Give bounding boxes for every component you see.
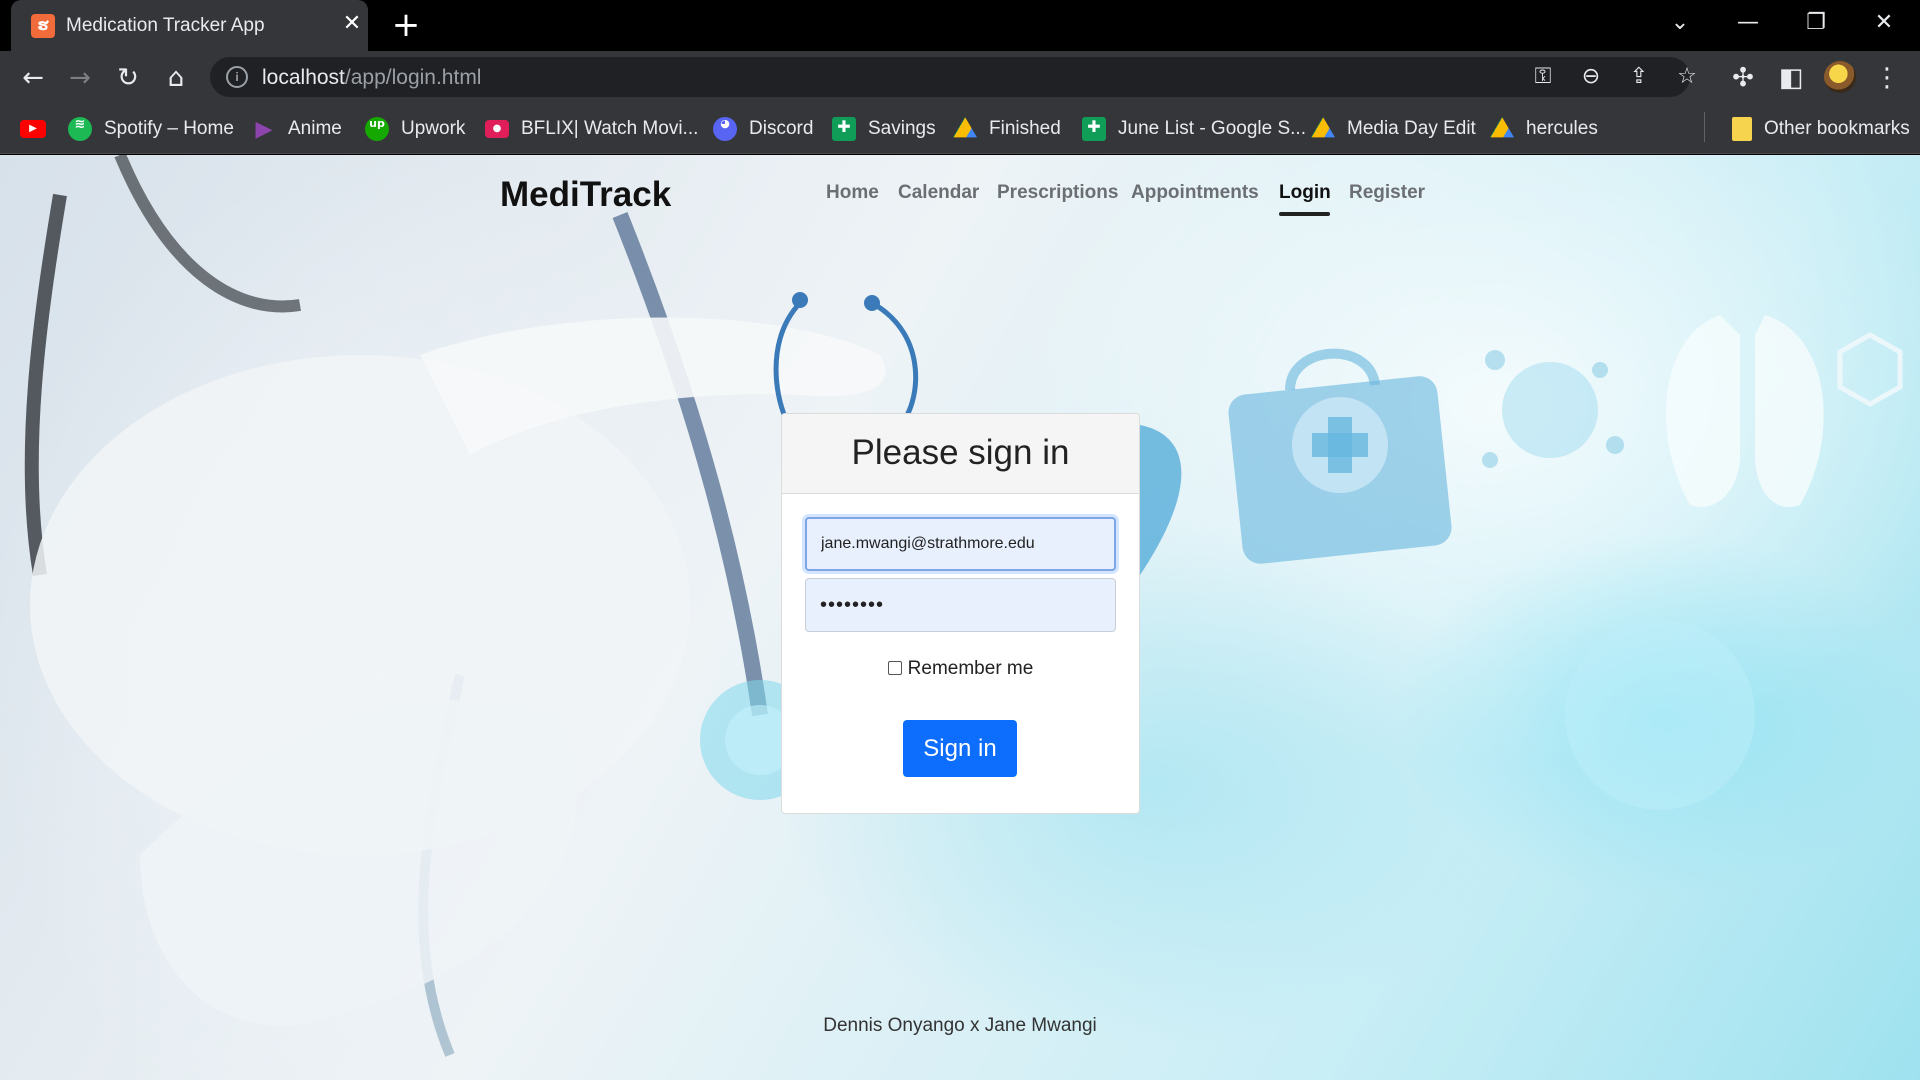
other-bookmarks[interactable]: Other bookmarks — [1732, 114, 1910, 144]
nav-appointments[interactable]: Appointments — [1131, 182, 1259, 204]
browser-tab[interactable]: ຮ Medication Tracker App ✕ — [11, 0, 368, 51]
menu-icon[interactable]: ⋮ — [1872, 63, 1902, 93]
bookmark-media-day-edit[interactable]: Media Day Edit — [1311, 114, 1476, 144]
restore-button[interactable]: ❐ — [1796, 8, 1836, 38]
footer-credit: Dennis Onyango x Jane Mwangi — [823, 1015, 1097, 1036]
nav-calendar[interactable]: Calendar — [898, 182, 979, 204]
browser-tabstrip: ຮ Medication Tracker App ✕ + ⌄ — ❐ ✕ — [0, 0, 1920, 51]
close-window-button[interactable]: ✕ — [1864, 8, 1904, 38]
reload-icon[interactable]: ↻ — [113, 63, 143, 93]
bookmark-anime[interactable]: ▶ Anime — [252, 114, 342, 144]
url-text[interactable]: localhost/app/login.html — [262, 66, 481, 90]
share-icon[interactable]: ⇪ — [1624, 62, 1654, 92]
profile-avatar[interactable] — [1824, 61, 1856, 93]
bookmark-hercules[interactable]: hercules — [1490, 114, 1598, 144]
browser-toolbar: ← → ↻ ⌂ i localhost/app/login.html ⚿ ⊖ ⇪… — [0, 51, 1920, 104]
sheets-icon: ✚ — [1082, 117, 1106, 141]
nav-home[interactable]: Home — [826, 182, 879, 204]
nav-prescriptions[interactable]: Prescriptions — [997, 182, 1118, 204]
app-navbar: MediTrack Home Calendar Prescriptions Ap… — [0, 155, 1920, 225]
bflix-icon: ● — [485, 120, 509, 138]
site-info-icon[interactable]: i — [226, 66, 248, 88]
page-viewport: MediTrack Home Calendar Prescriptions Ap… — [0, 155, 1920, 1080]
folder-icon — [1732, 117, 1752, 141]
tab-search-icon[interactable]: ⌄ — [1660, 8, 1700, 38]
minimize-button[interactable]: — — [1728, 8, 1768, 38]
bookmark-finished[interactable]: Finished — [953, 114, 1061, 144]
bookmark-star-icon[interactable]: ☆ — [1672, 62, 1702, 92]
login-heading: Please sign in — [782, 414, 1139, 494]
spotify-icon: ≋ — [68, 117, 92, 141]
zoom-out-icon[interactable]: ⊖ — [1576, 62, 1606, 92]
brand-logo[interactable]: MediTrack — [500, 175, 671, 215]
forward-icon[interactable]: → — [65, 63, 95, 93]
extensions-icon[interactable]: ✣ — [1728, 63, 1758, 93]
active-nav-indicator — [1279, 212, 1330, 216]
xampp-favicon-icon: ຮ — [31, 14, 55, 38]
side-panel-icon[interactable]: ◧ — [1776, 63, 1806, 93]
drive-icon — [1490, 117, 1514, 138]
bookmark-june-list[interactable]: ✚ June List - Google S... — [1082, 114, 1306, 144]
play-icon: ▶ — [255, 117, 273, 142]
bookmark-bflix[interactable]: ● BFLIX| Watch Movi... — [485, 114, 698, 144]
password-key-icon[interactable]: ⚿ — [1528, 62, 1558, 92]
sheets-icon: ✚ — [832, 117, 856, 141]
remember-me-label[interactable]: Remember me — [908, 658, 1034, 679]
drive-icon — [953, 117, 977, 138]
password-field[interactable] — [805, 578, 1116, 632]
nav-register[interactable]: Register — [1349, 182, 1425, 204]
back-icon[interactable]: ← — [18, 63, 48, 93]
bookmarks-separator — [1704, 112, 1705, 142]
address-bar[interactable]: i localhost/app/login.html ⚿ ⊖ ⇪ ☆ — [210, 57, 1697, 97]
discord-icon: ◕ — [713, 117, 737, 141]
nav-login[interactable]: Login — [1279, 182, 1331, 204]
close-tab-icon[interactable]: ✕ — [337, 9, 367, 39]
tab-title: Medication Tracker App — [66, 15, 265, 36]
sign-in-button[interactable]: Sign in — [903, 720, 1017, 777]
home-icon[interactable]: ⌂ — [161, 63, 191, 93]
remember-me-row: Remember me — [782, 658, 1139, 680]
bookmark-youtube[interactable]: ▶ — [20, 114, 46, 144]
login-card: Please sign in Remember me Sign in — [781, 413, 1140, 814]
bookmark-discord[interactable]: ◕ Discord — [713, 114, 813, 144]
email-field[interactable] — [805, 517, 1116, 571]
bookmarks-bar: ▶ ≋ Spotify – Home ▶ Anime up Upwork ● B… — [0, 104, 1920, 154]
bookmark-upwork[interactable]: up Upwork — [365, 114, 465, 144]
bookmark-savings[interactable]: ✚ Savings — [832, 114, 936, 144]
remember-me-checkbox[interactable] — [887, 661, 902, 675]
new-tab-button[interactable]: + — [389, 8, 423, 43]
youtube-icon: ▶ — [20, 120, 46, 138]
upwork-icon: up — [365, 117, 389, 141]
drive-icon — [1311, 117, 1335, 138]
bookmark-spotify[interactable]: ≋ Spotify – Home — [68, 114, 234, 144]
